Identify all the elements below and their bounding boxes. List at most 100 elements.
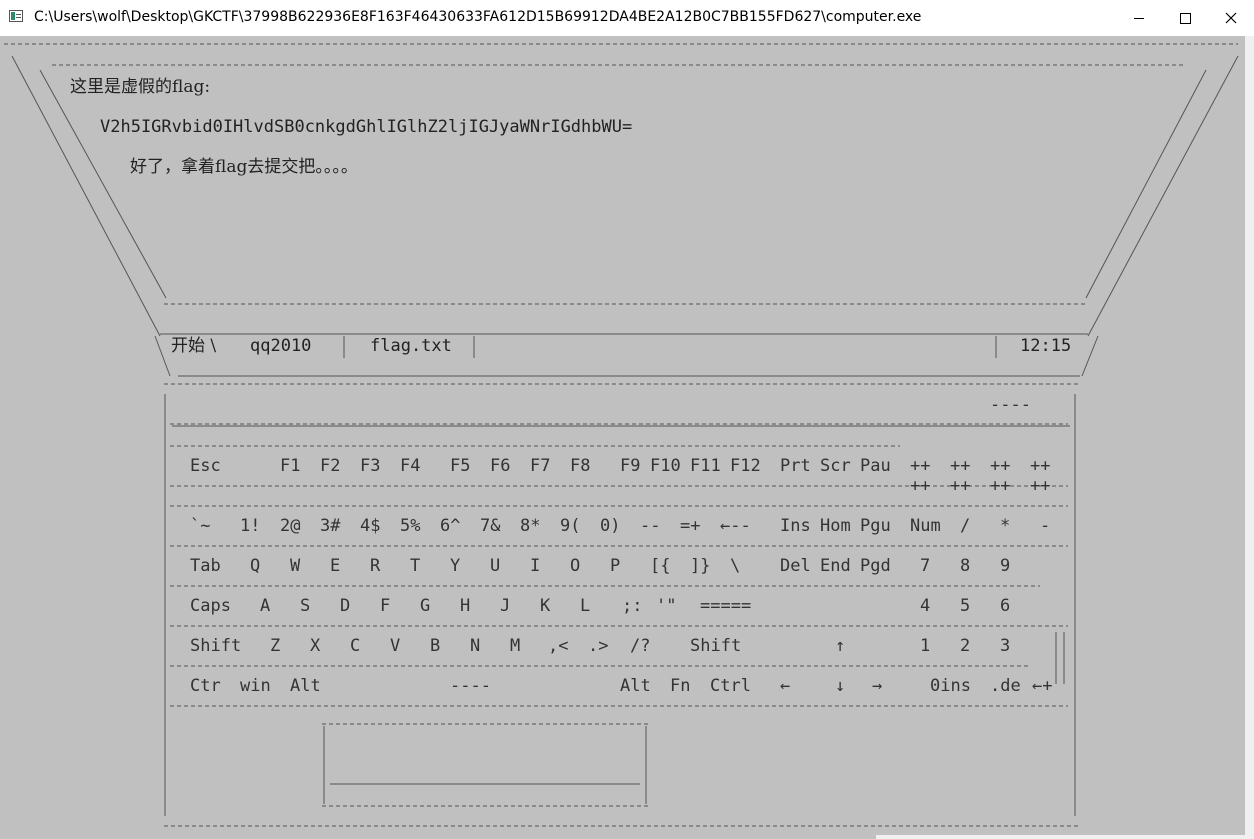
key-z-1[interactable]: Z <box>270 636 280 656</box>
key-a-13[interactable]: 4 <box>920 596 930 616</box>
key-num-7[interactable]: 7& <box>480 516 500 536</box>
key-ctrl-2[interactable]: Alt <box>290 676 321 696</box>
key-fn-0[interactable]: Esc <box>190 456 221 476</box>
key-ctrl-8[interactable]: ↓ <box>835 676 845 696</box>
key-q-16[interactable]: Pgd <box>860 556 891 576</box>
key-q-6[interactable]: Y <box>450 556 460 576</box>
key-ctrl-4[interactable]: Alt <box>620 676 651 696</box>
key-z-10[interactable]: /? <box>630 636 650 656</box>
key-num-0[interactable]: `~ <box>190 516 210 536</box>
key-ctrl-5[interactable]: Fn <box>670 676 690 696</box>
key-ctrl-9[interactable]: → <box>872 676 882 696</box>
key-z-4[interactable]: V <box>390 636 400 656</box>
console-area[interactable]: 这里是虚假的flag: V2h5IGRvbid0IHlvdSB0cnkgdGhl… <box>0 36 1254 839</box>
key-fn-1[interactable]: F1 <box>280 456 300 476</box>
key-num-18[interactable]: / <box>960 516 970 536</box>
key-a-12[interactable]: ===== <box>700 596 751 616</box>
key-q-2[interactable]: W <box>290 556 300 576</box>
maximize-button[interactable] <box>1162 0 1208 36</box>
key-num-6[interactable]: 6^ <box>440 516 460 536</box>
key-num-13[interactable]: ←-- <box>720 516 751 536</box>
key-fn-15[interactable]: Pau <box>860 456 891 476</box>
key-a-9[interactable]: L <box>580 596 590 616</box>
key-fn_b-2[interactable]: ++ <box>990 476 1010 496</box>
key-num-20[interactable]: - <box>1040 516 1050 536</box>
key-q-1[interactable]: Q <box>250 556 260 576</box>
key-q-17[interactable]: 7 <box>920 556 930 576</box>
key-fn-12[interactable]: F12 <box>730 456 761 476</box>
key-fn-18[interactable]: ++ <box>990 456 1010 476</box>
key-num-4[interactable]: 4$ <box>360 516 380 536</box>
key-num-16[interactable]: Pgu <box>860 516 891 536</box>
key-num-1[interactable]: 1! <box>240 516 260 536</box>
key-fn-9[interactable]: F9 <box>620 456 640 476</box>
key-fn-7[interactable]: F7 <box>530 456 550 476</box>
minimize-button[interactable] <box>1116 0 1162 36</box>
key-a-10[interactable]: ;: <box>622 596 642 616</box>
key-ctrl-12[interactable]: ←+ <box>1032 676 1052 696</box>
key-a-15[interactable]: 6 <box>1000 596 1010 616</box>
start-button[interactable]: 开始 \ <box>171 336 216 356</box>
key-q-12[interactable]: ]} <box>690 556 710 576</box>
key-q-3[interactable]: E <box>330 556 340 576</box>
key-num-2[interactable]: 2@ <box>280 516 300 536</box>
key-a-5[interactable]: G <box>420 596 430 616</box>
key-a-7[interactable]: J <box>500 596 510 616</box>
key-q-15[interactable]: End <box>820 556 851 576</box>
key-a-4[interactable]: F <box>380 596 390 616</box>
key-a-14[interactable]: 5 <box>960 596 970 616</box>
key-num-11[interactable]: -- <box>640 516 660 536</box>
key-fn-3[interactable]: F3 <box>360 456 380 476</box>
key-ctrl-1[interactable]: win <box>240 676 271 696</box>
key-a-0[interactable]: Caps <box>190 596 231 616</box>
key-z-8[interactable]: ,< <box>548 636 568 656</box>
key-ctrl-3[interactable]: ---- <box>450 676 491 696</box>
key-a-3[interactable]: D <box>340 596 350 616</box>
key-q-11[interactable]: [{ <box>650 556 670 576</box>
key-fn-10[interactable]: F10 <box>650 456 681 476</box>
key-a-11[interactable]: '" <box>656 596 676 616</box>
key-fn-8[interactable]: F8 <box>570 456 590 476</box>
key-num-10[interactable]: 0) <box>600 516 620 536</box>
key-z-11[interactable]: Shift <box>690 636 741 656</box>
key-num-19[interactable]: * <box>1000 516 1010 536</box>
key-a-8[interactable]: K <box>540 596 550 616</box>
key-z-13[interactable]: 1 <box>920 636 930 656</box>
taskbar-item-flag-txt[interactable]: flag.txt <box>370 336 452 356</box>
key-fn-19[interactable]: ++ <box>1030 456 1050 476</box>
key-q-5[interactable]: T <box>410 556 420 576</box>
key-z-12[interactable]: ↑ <box>835 636 845 656</box>
key-q-4[interactable]: R <box>370 556 380 576</box>
key-z-7[interactable]: M <box>510 636 520 656</box>
key-q-8[interactable]: I <box>530 556 540 576</box>
key-q-10[interactable]: P <box>610 556 620 576</box>
key-ctrl-11[interactable]: .de <box>990 676 1021 696</box>
key-z-14[interactable]: 2 <box>960 636 970 656</box>
key-num-14[interactable]: Ins <box>780 516 811 536</box>
key-ctrl-0[interactable]: Ctr <box>190 676 221 696</box>
key-z-15[interactable]: 3 <box>1000 636 1010 656</box>
key-z-0[interactable]: Shift <box>190 636 241 656</box>
key-z-2[interactable]: X <box>310 636 320 656</box>
key-fn-14[interactable]: Scr <box>820 456 851 476</box>
key-fn-13[interactable]: Prt <box>780 456 811 476</box>
key-a-1[interactable]: A <box>260 596 270 616</box>
key-ctrl-10[interactable]: 0ins <box>930 676 971 696</box>
key-a-6[interactable]: H <box>460 596 470 616</box>
key-q-19[interactable]: 9 <box>1000 556 1010 576</box>
key-fn-5[interactable]: F5 <box>450 456 470 476</box>
key-num-8[interactable]: 8* <box>520 516 540 536</box>
key-q-7[interactable]: U <box>490 556 500 576</box>
key-ctrl-6[interactable]: Ctrl <box>710 676 751 696</box>
key-fn-11[interactable]: F11 <box>690 456 721 476</box>
key-q-9[interactable]: O <box>570 556 580 576</box>
key-z-9[interactable]: .> <box>588 636 608 656</box>
key-q-0[interactable]: Tab <box>190 556 221 576</box>
key-fn-4[interactable]: F4 <box>400 456 420 476</box>
key-fn-2[interactable]: F2 <box>320 456 340 476</box>
key-num-9[interactable]: 9( <box>560 516 580 536</box>
key-num-3[interactable]: 3# <box>320 516 340 536</box>
key-fn-17[interactable]: ++ <box>950 456 970 476</box>
key-num-17[interactable]: Num <box>910 516 941 536</box>
key-ctrl-7[interactable]: ← <box>780 676 790 696</box>
